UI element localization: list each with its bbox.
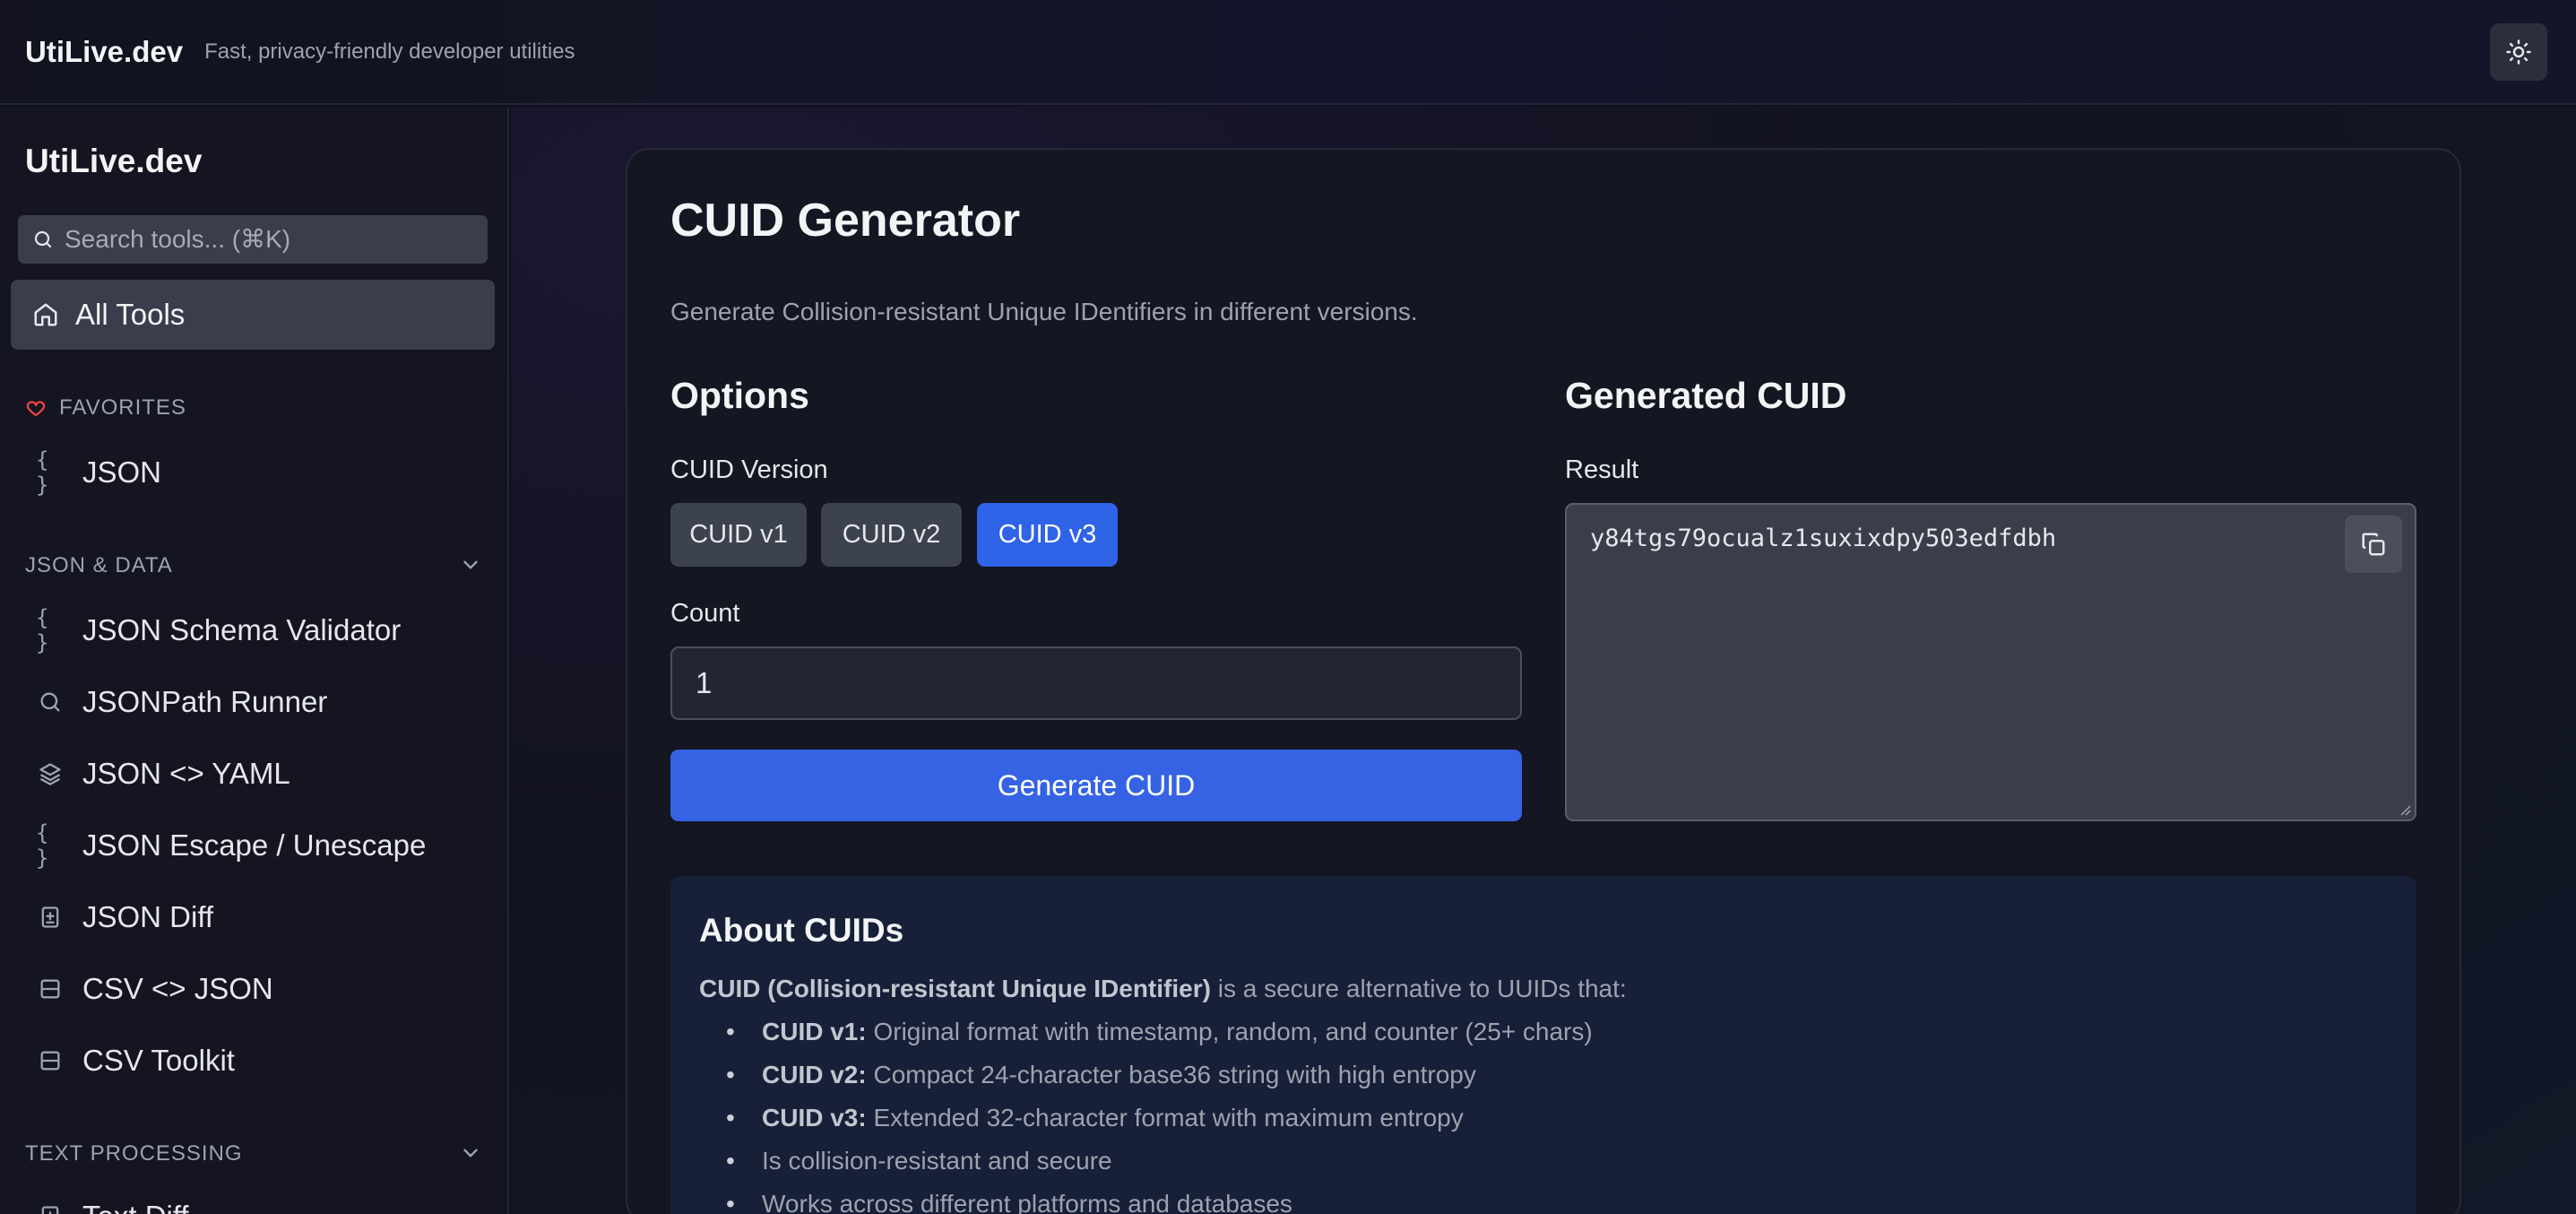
section-label: TEXT PROCESSING <box>25 1141 243 1166</box>
layers-icon <box>36 759 65 788</box>
about-intro: CUID (Collision-resistant Unique IDentif… <box>699 975 1627 1003</box>
generate-cuid-button[interactable]: Generate CUID <box>670 750 1522 821</box>
sidebar-item-label: CSV Toolkit <box>82 1044 235 1077</box>
cuid-v3-button[interactable]: CUID v3 <box>977 503 1118 567</box>
cuid-v2-button[interactable]: CUID v2 <box>821 503 962 567</box>
table-icon <box>36 975 65 1003</box>
heart-icon <box>26 401 46 417</box>
list-item-text: Is collision-resistant and secure <box>762 1147 1112 1175</box>
list-item: Works across different platforms and dat… <box>699 1190 1593 1214</box>
sidebar-item-label: All Tools <box>75 298 186 331</box>
sidebar-item-json-yaml[interactable]: JSON <> YAML <box>36 752 290 795</box>
chevron-down-icon <box>463 560 478 569</box>
cuid-version-label: CUID Version <box>670 455 828 484</box>
copy-button[interactable] <box>2345 516 2402 573</box>
sidebar: UtiLive.dev All Tools FAVORITES { } JSON… <box>0 107 509 1214</box>
sidebar-item-json-escape[interactable]: { } JSON Escape / Unescape <box>36 820 427 871</box>
list-item: Is collision-resistant and secure <box>699 1147 1593 1190</box>
copy-icon <box>2362 533 2385 556</box>
braces-icon: { } <box>36 820 49 871</box>
list-item-text: Compact 24-character base36 string with … <box>866 1061 1476 1088</box>
file-diff-icon <box>36 1202 65 1214</box>
generated-cuid-heading: Generated CUID <box>1565 375 1847 416</box>
page-title: CUID Generator <box>670 195 1021 247</box>
sidebar-item-jsonpath-runner[interactable]: JSONPath Runner <box>36 681 327 724</box>
about-intro-text: is a secure alternative to UUIDs that: <box>1210 975 1627 1002</box>
list-item-bold: CUID v3: <box>762 1104 867 1132</box>
page-subtitle: Generate Collision-resistant Unique IDen… <box>670 298 1418 325</box>
favorites-heading: FAVORITES <box>25 395 482 421</box>
search-icon <box>36 688 65 716</box>
list-item-text: Original format with timestamp, random, … <box>866 1018 1593 1045</box>
sidebar-item-label: JSON Escape / Unescape <box>82 828 427 862</box>
sidebar-item-label: JSONPath Runner <box>82 685 328 718</box>
search-icon <box>32 227 57 252</box>
sidebar-item-json-diff[interactable]: JSON Diff <box>36 896 213 939</box>
search-input[interactable] <box>65 225 477 254</box>
table-icon <box>36 1046 65 1075</box>
list-item: CUID v1: Original format with timestamp,… <box>699 1018 1593 1061</box>
braces-icon: { } <box>36 447 49 498</box>
about-list: CUID v1: Original format with timestamp,… <box>699 1018 1593 1214</box>
sidebar-item-label: JSON <> YAML <box>82 757 290 790</box>
file-diff-icon <box>36 903 65 932</box>
list-item-text: Extended 32-character format with maximu… <box>866 1104 1464 1132</box>
header-tagline: Fast, privacy-friendly developer utiliti… <box>204 39 575 64</box>
header-brand[interactable]: UtiLive.dev <box>25 35 183 69</box>
count-input[interactable] <box>670 646 1522 720</box>
list-item: CUID v3: Extended 32-character format wi… <box>699 1104 1593 1147</box>
cuid-v1-button[interactable]: CUID v1 <box>670 503 807 567</box>
sidebar-item-csv-toolkit[interactable]: CSV Toolkit <box>36 1039 235 1082</box>
braces-icon: { } <box>36 605 49 655</box>
about-title: About CUIDs <box>699 912 904 949</box>
resize-handle-icon[interactable] <box>2399 803 2411 816</box>
about-intro-bold: CUID (Collision-resistant Unique IDentif… <box>699 975 1211 1002</box>
home-icon <box>32 300 61 329</box>
sidebar-item-label: Text Diff <box>82 1200 189 1214</box>
result-label: Result <box>1565 455 1639 484</box>
section-text-processing[interactable]: TEXT PROCESSING <box>25 1141 482 1166</box>
theme-toggle-button[interactable] <box>2490 23 2547 81</box>
sidebar-item-text-diff[interactable]: Text Diff <box>36 1195 189 1214</box>
sidebar-brand[interactable]: UtiLive.dev <box>25 143 202 180</box>
about-section: About CUIDs CUID (Collision-resistant Un… <box>670 876 2416 1214</box>
options-heading: Options <box>670 375 809 416</box>
sidebar-item-all-tools[interactable]: All Tools <box>11 280 495 350</box>
list-item: CUID v2: Compact 24-character base36 str… <box>699 1061 1593 1104</box>
favorites-label: FAVORITES <box>59 395 186 420</box>
sidebar-item-label: JSON <box>82 455 162 489</box>
list-item-text: Works across different platforms and dat… <box>762 1190 1292 1214</box>
list-item-bold: CUID v1: <box>762 1018 867 1045</box>
sidebar-item-json-schema-validator[interactable]: { } JSON Schema Validator <box>36 605 402 655</box>
result-textarea[interactable]: y84tgs79ocualz1suxixdpy503edfdbh <box>1565 503 2416 821</box>
section-json-data[interactable]: JSON & DATA <box>25 553 482 578</box>
sidebar-item-json[interactable]: { } JSON <box>36 447 162 498</box>
sidebar-item-label: JSON Schema Validator <box>82 613 402 646</box>
section-label: JSON & DATA <box>25 553 173 577</box>
sidebar-item-label: JSON Diff <box>82 900 214 933</box>
sidebar-item-csv-json[interactable]: CSV <> JSON <box>36 967 273 1010</box>
sun-icon <box>2506 39 2531 65</box>
chevron-down-icon <box>463 1149 478 1158</box>
sidebar-search[interactable] <box>18 215 488 264</box>
top-header: UtiLive.dev Fast, privacy-friendly devel… <box>0 0 2576 105</box>
sidebar-item-label: CSV <> JSON <box>82 972 273 1005</box>
result-value[interactable]: y84tgs79ocualz1suxixdpy503edfdbh <box>1590 525 2056 552</box>
count-label: Count <box>670 599 740 628</box>
list-item-bold: CUID v2: <box>762 1061 867 1088</box>
